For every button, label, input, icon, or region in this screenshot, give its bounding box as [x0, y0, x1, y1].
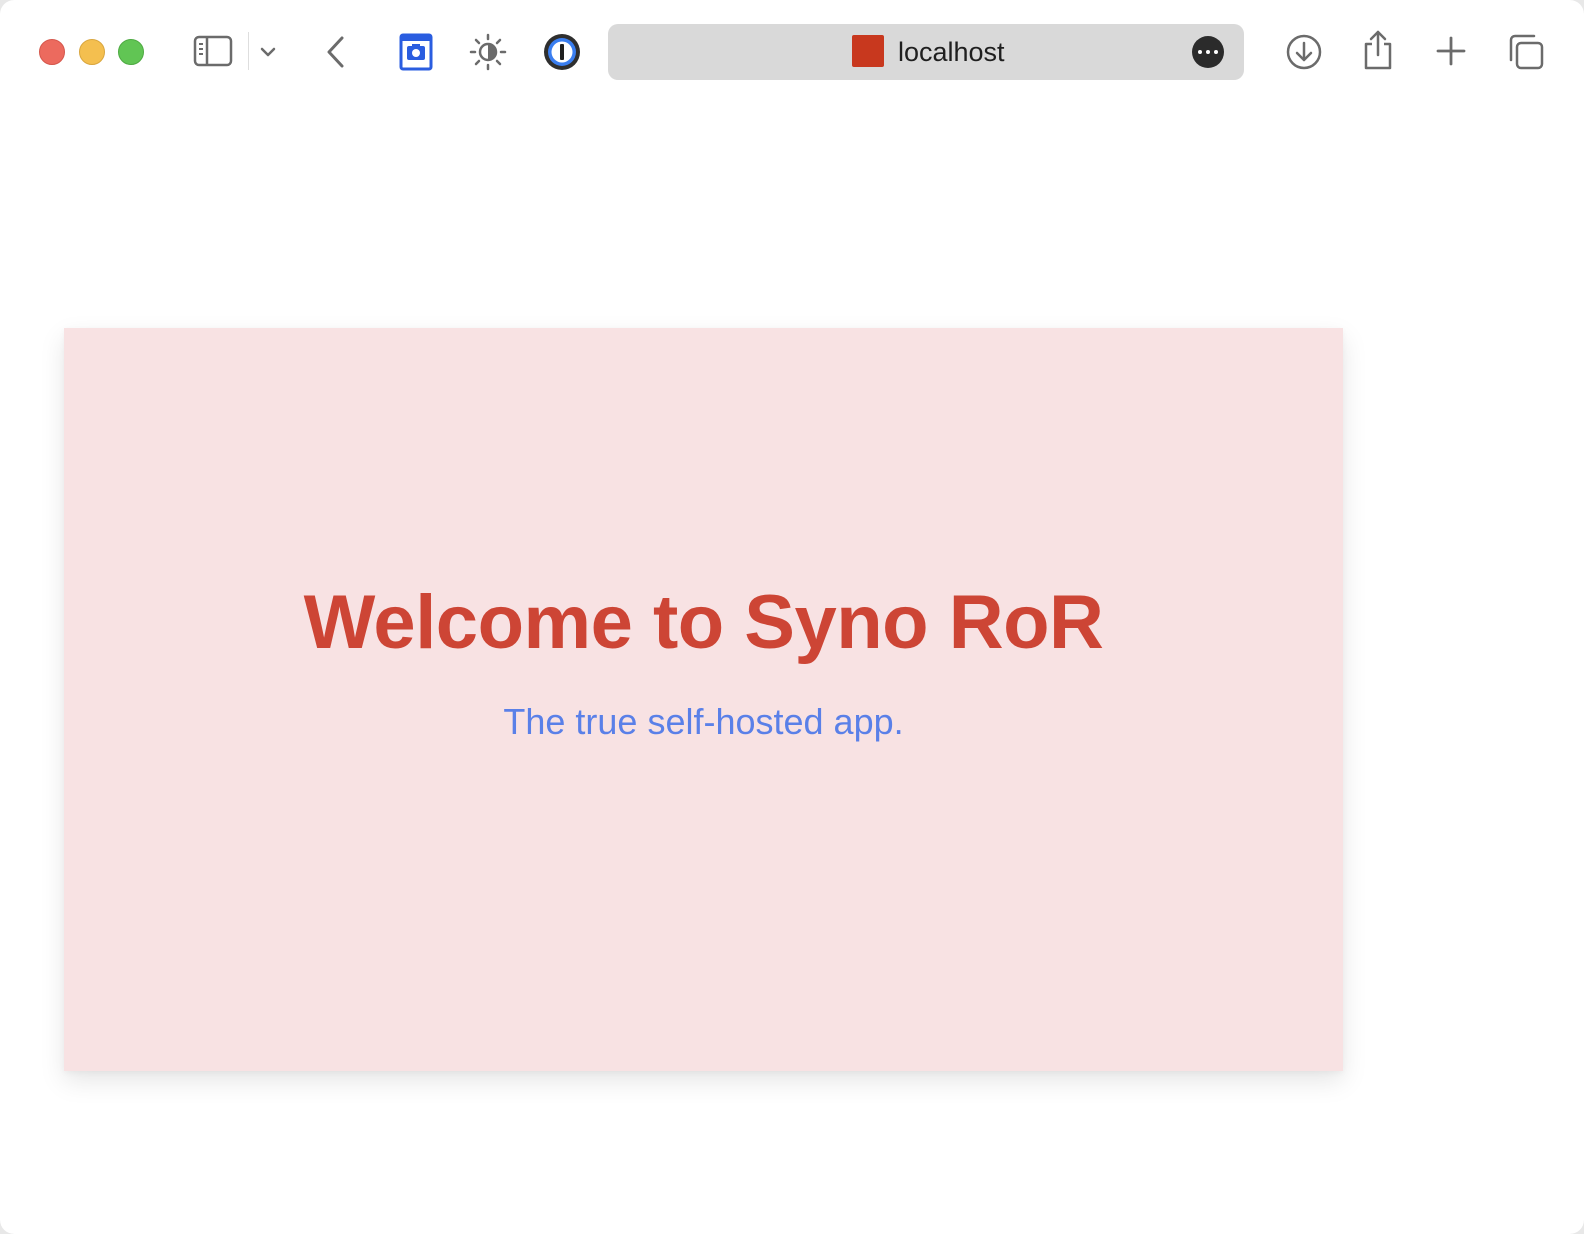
- sidebar-icon: [193, 35, 233, 67]
- zoom-window-button[interactable]: [118, 39, 144, 65]
- camera-icon: [399, 33, 433, 71]
- password-extension-button[interactable]: [542, 32, 582, 72]
- page-menu-button[interactable]: [1192, 36, 1224, 68]
- tab-overview-button[interactable]: [1506, 32, 1546, 72]
- 1password-icon: [544, 34, 580, 70]
- download-icon: [1286, 34, 1322, 70]
- address-text: localhost: [898, 37, 1005, 67]
- close-window-button[interactable]: [39, 39, 65, 65]
- ellipsis-icon: [1198, 50, 1202, 54]
- tabs-icon: [1509, 34, 1544, 70]
- tab-group-menu-button[interactable]: [256, 40, 280, 64]
- browser-window: localhost Welcome to Syno RoR The true s…: [0, 0, 1584, 1234]
- chevron-down-icon: [260, 47, 276, 57]
- downloads-button[interactable]: [1284, 32, 1324, 72]
- screenshot-extension-button[interactable]: [398, 32, 434, 72]
- plus-icon: [1436, 36, 1466, 66]
- chevron-left-icon: [327, 36, 344, 68]
- page-content: Welcome to Syno RoR The true self-hosted…: [0, 104, 1584, 1234]
- share-button[interactable]: [1360, 28, 1396, 72]
- hero-subtitle: The true self-hosted app.: [503, 701, 904, 742]
- appearance-extension-button[interactable]: [468, 32, 508, 72]
- sidebar-button[interactable]: [192, 32, 234, 70]
- brightness-icon: [469, 33, 507, 71]
- hero-title: Welcome to Syno RoR: [303, 580, 1104, 665]
- minimize-window-button[interactable]: [79, 39, 105, 65]
- site-favicon: [852, 35, 884, 67]
- address-bar[interactable]: localhost: [608, 24, 1244, 80]
- share-icon: [1364, 30, 1392, 70]
- hero-section: Welcome to Syno RoR The true self-hosted…: [64, 328, 1343, 1071]
- browser-toolbar: localhost: [0, 0, 1584, 104]
- toolbar-divider: [248, 32, 249, 70]
- new-tab-button[interactable]: [1434, 34, 1468, 68]
- back-button[interactable]: [320, 32, 352, 72]
